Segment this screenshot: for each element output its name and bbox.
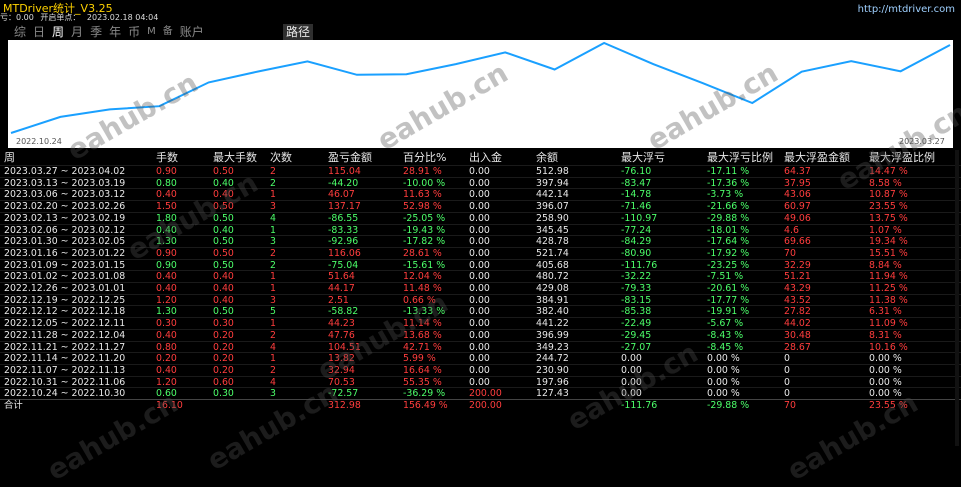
path-button[interactable]: 路径 <box>283 24 313 40</box>
period-nav: 综日周月季年币 M 备账户 路径 <box>0 24 961 40</box>
scrollbar[interactable] <box>955 150 959 446</box>
tab-7[interactable]: M <box>147 24 156 40</box>
tab-3[interactable]: 月 <box>71 24 83 40</box>
total-pct: 156.49 % <box>403 400 448 411</box>
total-row: 合计 16.10 312.98 156.49 % 200.00 -111.76 -29.88… <box>0 399 961 412</box>
tab-5[interactable]: 年 <box>109 24 121 40</box>
tab-8[interactable]: 备 <box>163 24 173 40</box>
total-lots: 16.10 <box>156 400 183 411</box>
tab-2[interactable]: 周 <box>52 24 64 40</box>
header-io[interactable]: 出入金 <box>469 150 502 166</box>
header-period[interactable]: 周 <box>4 150 15 166</box>
table-header: 周 手数 最大手数 次数 盈亏金额 百分比% 出入金 余额 最大浮亏 最大浮亏比例 最大浮盈金额 最大… <box>0 150 961 166</box>
header-mfp[interactable]: 最大浮盈金额 <box>784 150 850 166</box>
total-mflp: -29.88 % <box>707 400 750 411</box>
sub-info-label: 开启单点： <box>40 13 81 22</box>
header-count[interactable]: 次数 <box>270 150 292 166</box>
total-mfl: -111.76 <box>621 400 658 411</box>
tab-9[interactable]: 账户 <box>180 24 204 40</box>
tab-4[interactable]: 季 <box>90 24 102 40</box>
header-mflp[interactable]: 最大浮亏比例 <box>707 150 773 166</box>
balance-line <box>10 41 951 134</box>
sub-info-time: 2023.02.18 04:04 <box>86 13 159 22</box>
total-pnl: 312.98 <box>328 400 361 411</box>
total-mfp: 70 <box>784 400 796 411</box>
chart-end-date: 2023.03.27 <box>899 137 945 146</box>
total-mfpp: 23.55 % <box>869 400 908 411</box>
tab-6[interactable]: 币 <box>128 24 140 40</box>
sub-info: 亏：0.00 开启单点： 2023.02.18 04:04 <box>0 12 162 23</box>
total-period: 合计 <box>4 400 23 411</box>
header-bal[interactable]: 余额 <box>536 150 558 166</box>
sub-info-loss: 亏：0.00 <box>0 13 34 22</box>
tab-0[interactable]: 综 <box>14 24 26 40</box>
header-maxlots[interactable]: 最大手数 <box>213 150 257 166</box>
title-bar: MTDriver统计_V3.25 http://mtdriver.com 亏：0… <box>0 0 961 24</box>
header-pnl[interactable]: 盈亏金额 <box>328 150 372 166</box>
total-io: 200.00 <box>469 400 502 411</box>
balance-chart <box>8 40 953 148</box>
balance-chart-svg <box>10 41 951 134</box>
header-lots[interactable]: 手数 <box>156 150 178 166</box>
chart-start-date: 2022.10.24 <box>16 137 62 146</box>
header-mfl[interactable]: 最大浮亏 <box>621 150 665 166</box>
header-mfpp[interactable]: 最大浮盈比例 <box>869 150 935 166</box>
period-tabs: 综日周月季年币 M 备账户 <box>14 24 211 40</box>
tab-1[interactable]: 日 <box>33 24 45 40</box>
website-link[interactable]: http://mtdriver.com <box>858 4 955 15</box>
header-pct[interactable]: 百分比% <box>403 150 446 166</box>
